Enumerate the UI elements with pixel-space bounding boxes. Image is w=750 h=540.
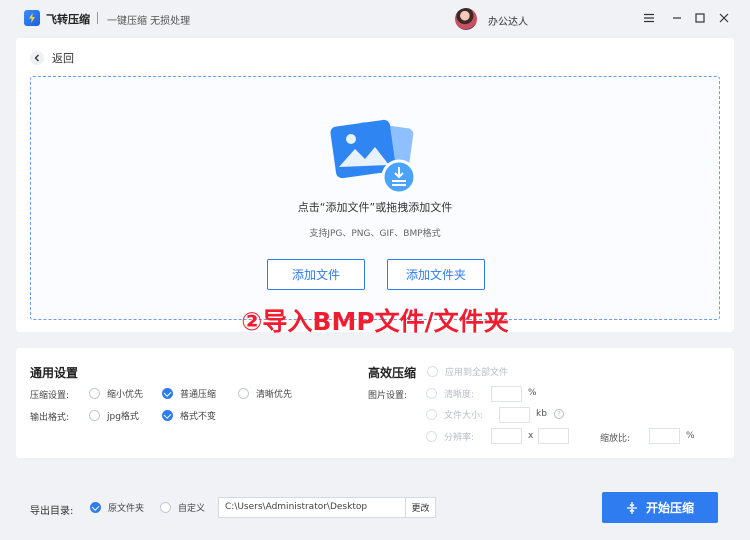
radio-icon <box>427 366 438 377</box>
start-compress-button[interactable]: 开始压缩 <box>602 492 718 523</box>
title-separator <box>97 12 98 24</box>
option-label: 自定义 <box>178 504 206 514</box>
file-dropzone[interactable]: 点击“添加文件”或拖拽添加文件 支持JPG、PNG、GIF、BMP格式 添加文件… <box>30 76 720 320</box>
compress-option-normal[interactable]: 普通压缩 <box>162 387 216 400</box>
output-dir-label: 导出目录: <box>30 506 74 517</box>
chevron-left-icon <box>30 51 44 65</box>
image-setting-label: 图片设置: <box>368 391 408 401</box>
compress-setting-label: 压缩设置: <box>30 391 70 401</box>
compress-option-clear[interactable]: 清晰优先 <box>238 387 292 400</box>
app-slogan: 一键压缩 无损处理 <box>107 16 191 27</box>
drop-hint: 点击“添加文件”或拖拽添加文件 <box>297 201 453 214</box>
user-avatar[interactable] <box>455 8 477 30</box>
supported-formats: 支持JPG、PNG、GIF、BMP格式 <box>309 229 441 239</box>
format-option-keep[interactable]: 格式不变 <box>162 409 216 422</box>
option-label: jpg格式 <box>107 412 139 422</box>
format-option-jpg[interactable]: jpg格式 <box>89 409 139 422</box>
option-label: 原文件夹 <box>108 504 145 514</box>
file-size-unit: kb <box>536 409 547 419</box>
app-logo-icon <box>24 10 40 26</box>
resolution-width-input[interactable] <box>491 428 522 444</box>
start-compress-label: 开始压缩 <box>645 501 694 515</box>
scale-input[interactable] <box>649 428 680 444</box>
clarity-option[interactable]: 清晰度: <box>426 387 474 400</box>
radio-icon <box>426 409 437 420</box>
help-icon[interactable]: ? <box>554 409 564 419</box>
radio-checked-icon <box>90 502 101 513</box>
annotation-caption: ②导入BMP文件/文件夹 <box>241 307 509 336</box>
title-bar: 飞转压缩 一键压缩 无损处理 办公达人 <box>0 0 750 38</box>
compress-option-small[interactable]: 缩小优先 <box>89 387 143 400</box>
add-folder-button[interactable]: 添加文件夹 <box>387 259 485 290</box>
user-name[interactable]: 办公达人 <box>488 13 528 28</box>
app-name: 飞转压缩 <box>46 13 90 26</box>
resolution-height-input[interactable] <box>538 428 569 444</box>
output-format-label: 输出格式: <box>30 413 70 423</box>
add-file-button[interactable]: 添加文件 <box>267 259 365 290</box>
option-label: 缩小优先 <box>107 390 144 400</box>
apply-all-option[interactable]: 应用到全部文件 <box>427 365 508 378</box>
option-label: 清晰度: <box>444 390 475 400</box>
resolution-times: x <box>528 431 534 441</box>
option-label: 格式不变 <box>180 412 217 422</box>
main-panel: 返回 点击“添加文件”或拖拽添加文件 支持JPG、PNG、GIF、BMP格式 添… <box>16 38 734 332</box>
file-size-option[interactable]: 文件大小: <box>426 408 483 421</box>
radio-icon <box>89 388 100 399</box>
radio-icon <box>426 388 437 399</box>
advanced-compress-title: 高效压缩 <box>368 366 417 380</box>
general-settings-title: 通用设置 <box>30 366 79 380</box>
file-size-input[interactable] <box>499 407 530 423</box>
settings-panel: 通用设置 压缩设置: 缩小优先 普通压缩 清晰优先 输出格式: jpg格式 格式… <box>16 348 734 458</box>
option-label: 清晰优先 <box>256 390 293 400</box>
output-original-option[interactable]: 原文件夹 <box>90 501 144 514</box>
option-label: 文件大小: <box>444 411 484 421</box>
clarity-input[interactable] <box>491 386 522 402</box>
minimize-icon[interactable] <box>669 10 685 26</box>
resolution-option[interactable]: 分辨率: <box>426 430 474 443</box>
option-label: 分辨率: <box>444 433 475 443</box>
option-label: 应用到全部文件 <box>445 368 509 378</box>
image-upload-icon <box>330 119 417 195</box>
bottom-bar: 导出目录: 原文件夹 自定义 C:\Users\Administrator\De… <box>0 480 750 540</box>
maximize-icon[interactable] <box>692 10 708 26</box>
clarity-unit: % <box>528 388 537 398</box>
close-icon[interactable] <box>716 10 732 26</box>
output-path-field[interactable]: C:\Users\Administrator\Desktop <box>218 497 406 518</box>
back-button[interactable]: 返回 <box>30 50 74 66</box>
radio-checked-icon <box>162 388 173 399</box>
radio-icon <box>160 502 171 513</box>
radio-icon <box>238 388 249 399</box>
scale-unit: % <box>686 431 695 441</box>
radio-icon <box>89 410 100 421</box>
radio-icon <box>426 431 437 442</box>
scale-label: 缩放比: <box>600 434 631 444</box>
back-label: 返回 <box>52 52 74 65</box>
output-custom-option[interactable]: 自定义 <box>160 501 205 514</box>
option-label: 普通压缩 <box>180 390 217 400</box>
compress-icon <box>626 501 637 514</box>
menu-icon[interactable] <box>641 10 657 26</box>
radio-checked-icon <box>162 410 173 421</box>
change-path-button[interactable]: 更改 <box>405 497 436 518</box>
